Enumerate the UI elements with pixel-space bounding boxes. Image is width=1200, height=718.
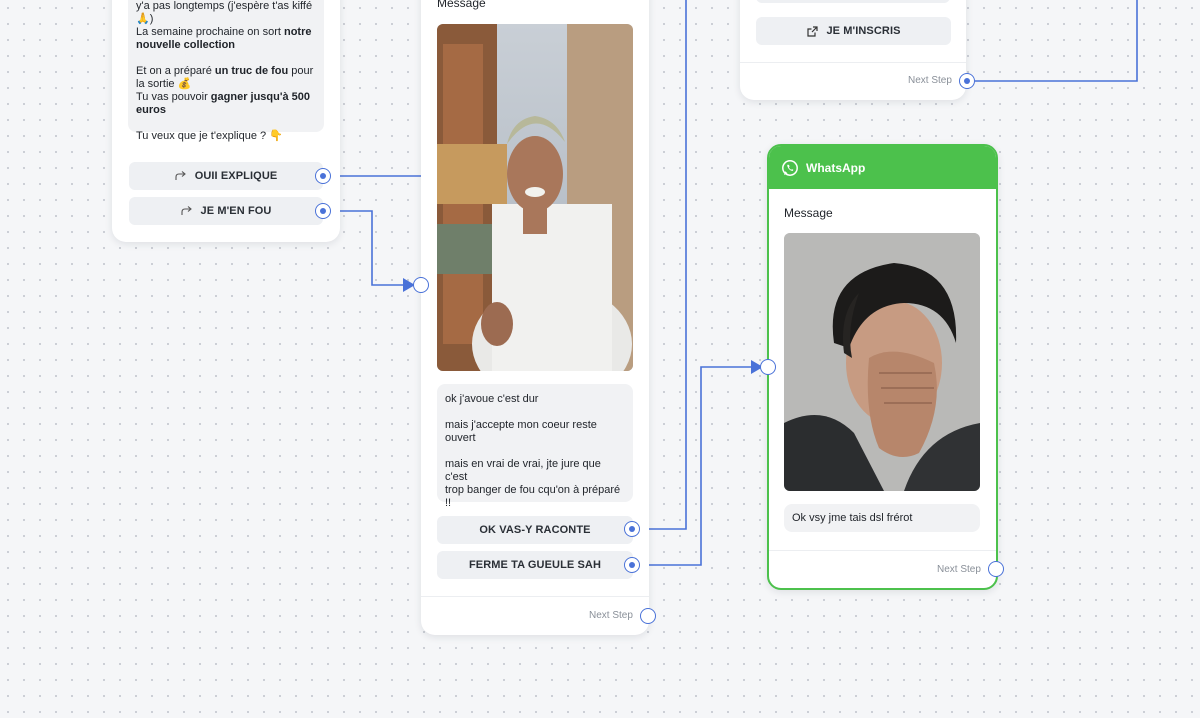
middle-card-divider (421, 596, 649, 597)
whatsapp-next-step-handle[interactable] (988, 561, 1004, 577)
top-right-next-step-handle[interactable] (959, 73, 975, 89)
whatsapp-message-text: Ok vsy jme tais dsl frérot (792, 512, 913, 524)
reply-arrow-icon (175, 170, 187, 182)
left-text-run: y'a pas longtemps (j'espère t'as kiffé 🙏… (136, 0, 313, 25)
left-message-bubble: y'a pas longtemps (j'espère t'as kiffé 🙏… (128, 0, 324, 142)
whatsapp-card[interactable]: WhatsApp Message Ok vsy jme tais dsl fré… (767, 144, 998, 590)
middle-message-bubble: ok j'avoue c'est dur mais j'accepte mon c… (437, 384, 633, 535)
left-text-line: La semaine prochaine on sort notre nouve… (136, 26, 316, 52)
left-text-line: Tu veux que je t'explique ? 👇 (136, 130, 316, 143)
top-right-next-step-label: Next Step (908, 75, 952, 86)
middle-next-step-handle[interactable] (640, 608, 656, 624)
middle-card-input-handle[interactable] (413, 277, 429, 293)
middle-text-line: ok j'avoue c'est dur (445, 393, 539, 405)
left-text-line: Et on a préparé un truc de fou pour la s… (136, 65, 316, 91)
left-text-run: Tu vas pouvoir (136, 91, 211, 103)
left-text-line: Tu vas pouvoir gagner jusqu'à 500 euros (136, 91, 316, 117)
left-text-bold: un truc de fou (214, 65, 289, 77)
ferme-ta-gueule-sah-button[interactable]: FERME TA GUEULE SAH (437, 551, 633, 579)
top-right-card[interactable]: Next Step (740, 0, 966, 100)
middle-text-line (445, 445, 625, 458)
top-right-divider (740, 62, 966, 63)
video-thumbnail[interactable] (437, 24, 633, 371)
middle-next-step-label: Next Step (589, 610, 633, 621)
ferme-output-handle[interactable] (624, 557, 640, 573)
middle-card-header: Message (437, 0, 486, 10)
connector-je-men-fou (331, 210, 412, 286)
whatsapp-divider (769, 550, 996, 551)
ouii-explique-label: OUII EXPLIQUE (194, 170, 278, 182)
je-minscris-label: JE M'INSCRIS (826, 25, 901, 37)
left-message-text: y'a pas longtemps (j'espère t'as kiffé 🙏… (136, 0, 316, 143)
middle-message-text: ok j'avoue c'est dur mais j'accepte mon c… (445, 393, 625, 536)
left-text-run: Tu veux que je t'explique ? 👇 (136, 130, 283, 142)
middle-text-line: mais en vrai de vrai, jte jure que c'est (445, 458, 601, 483)
left-text-line (136, 52, 316, 65)
ok-vas-y-raconte-label: OK VAS-Y RACONTE (479, 524, 591, 536)
whatsapp-message-bubble: Ok vsy jme tais dsl frérot (784, 504, 980, 532)
ouii-explique-output-handle[interactable] (315, 168, 331, 184)
ok-vas-y-output-handle[interactable] (624, 521, 640, 537)
left-text-run: Et on a préparé (136, 65, 215, 77)
reply-arrow-icon (181, 205, 193, 217)
external-link-icon (806, 25, 818, 37)
whatsapp-icon (781, 159, 799, 177)
left-text-line: y'a pas longtemps (j'espère t'as kiffé 🙏… (136, 0, 316, 26)
middle-text-line: trop banger de fou cqu'on à préparé !! (445, 484, 621, 509)
je-men-fou-output-handle[interactable] (315, 203, 331, 219)
je-men-fou-label: JE M'EN FOU (200, 205, 272, 217)
ouii-explique-button[interactable]: OUII EXPLIQUE (129, 162, 323, 190)
ok-vas-y-raconte-button[interactable]: OK VAS-Y RACONTE (437, 516, 633, 544)
middle-text-line: mais j'accepte mon coeur reste ouvert (445, 419, 597, 444)
whatsapp-input-handle[interactable] (760, 359, 776, 375)
left-text-run: La semaine prochaine on sort (136, 26, 284, 38)
left-text-line (136, 117, 316, 130)
whatsapp-header: WhatsApp (769, 146, 996, 189)
connector-ferme-ta-gueule (640, 366, 760, 566)
whatsapp-title: WhatsApp (806, 160, 866, 175)
je-minscris-button[interactable]: JE M'INSCRIS (756, 17, 951, 45)
whatsapp-message-header: Message (784, 206, 833, 220)
middle-text-line (445, 406, 625, 419)
je-men-fou-button[interactable]: JE M'EN FOU (129, 197, 323, 225)
whatsapp-photo[interactable] (784, 233, 980, 491)
top-right-previous-button[interactable] (756, 0, 950, 3)
connector-je-minscris-next (975, 0, 1138, 82)
ferme-ta-gueule-sah-label: FERME TA GUEULE SAH (468, 559, 602, 571)
whatsapp-next-step-label: Next Step (937, 564, 981, 575)
